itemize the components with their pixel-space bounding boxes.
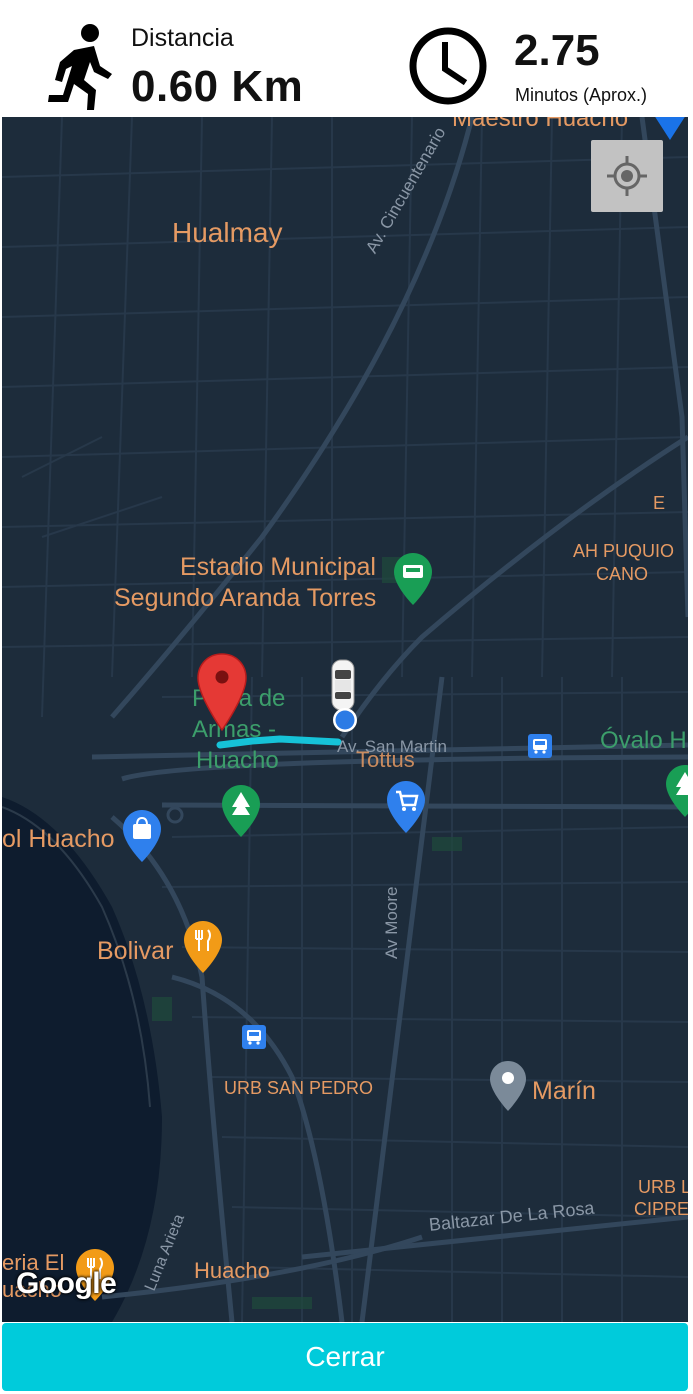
map-label-ovalo: Óvalo H: [600, 727, 687, 754]
route-map[interactable]: Maestro Huacho Hualmay Av. Cincuentenari…: [2, 117, 688, 1322]
map-label-av-moore: Av Moore: [382, 886, 401, 959]
close-button[interactable]: Cerrar: [2, 1323, 688, 1391]
bus-stop-icon[interactable]: [528, 734, 552, 758]
map-label-huacho: Huacho: [194, 1258, 270, 1283]
map-label-marin: Marín: [532, 1077, 596, 1105]
park-pin-icon[interactable]: [666, 765, 688, 817]
park-pin-icon[interactable]: [222, 785, 260, 837]
trip-info-header: Distancia 0.60 Km 2.75 Minutos (Aprox.): [0, 0, 693, 117]
my-location-icon: [607, 156, 647, 196]
map-label-estadio-line2: Segundo Aranda Torres: [114, 584, 377, 612]
current-location-dot-icon: [333, 708, 357, 732]
car-icon: [331, 659, 355, 711]
map-label-urb-line1: URB L: [638, 1177, 688, 1197]
map-label-ah-puquio-line1: AH PUQUIO: [573, 541, 675, 561]
stadium-pin-icon[interactable]: [394, 553, 432, 605]
my-location-button[interactable]: [591, 140, 663, 212]
restaurant-pin-icon[interactable]: [184, 921, 222, 973]
destination-marker-icon[interactable]: [196, 652, 248, 732]
right-edge-strip: [688, 0, 693, 1394]
map-label-urb-san-pedro: URB SAN PEDRO: [224, 1078, 374, 1098]
google-logo: Google: [16, 1267, 117, 1300]
map-label-estadio-line1: Estadio Municipal: [180, 553, 376, 581]
shopping-bag-pin-icon[interactable]: [123, 810, 161, 862]
bus-stop-icon[interactable]: [242, 1025, 266, 1049]
map-label-urb-line2: CIPRE: [634, 1199, 688, 1219]
map-label-maestro-huacho: Maestro Huacho: [452, 117, 629, 132]
map-label-e: E: [653, 493, 666, 513]
poi-pin-icon[interactable]: [652, 117, 688, 142]
shopping-cart-pin-icon[interactable]: [387, 781, 425, 833]
distance-value: 0.60 Km: [131, 62, 304, 111]
clock-icon: [409, 27, 487, 105]
map-label-tottus: Tottus: [356, 747, 415, 772]
time-value: 2.75: [514, 26, 600, 75]
map-label-hualmay: Hualmay: [172, 217, 283, 248]
distance-label: Distancia: [131, 24, 234, 52]
map-label-plaza-line3: Huacho: [196, 747, 279, 774]
location-pin-icon[interactable]: [490, 1061, 526, 1111]
map-label-ah-puquio-line2: CANO: [596, 564, 649, 584]
map-label-mall-huacho: ol Huacho: [2, 825, 115, 853]
running-person-icon: [48, 24, 112, 110]
map-label-bolivar: Bolivar: [97, 937, 174, 965]
time-label: Minutos (Aprox.): [515, 85, 648, 105]
